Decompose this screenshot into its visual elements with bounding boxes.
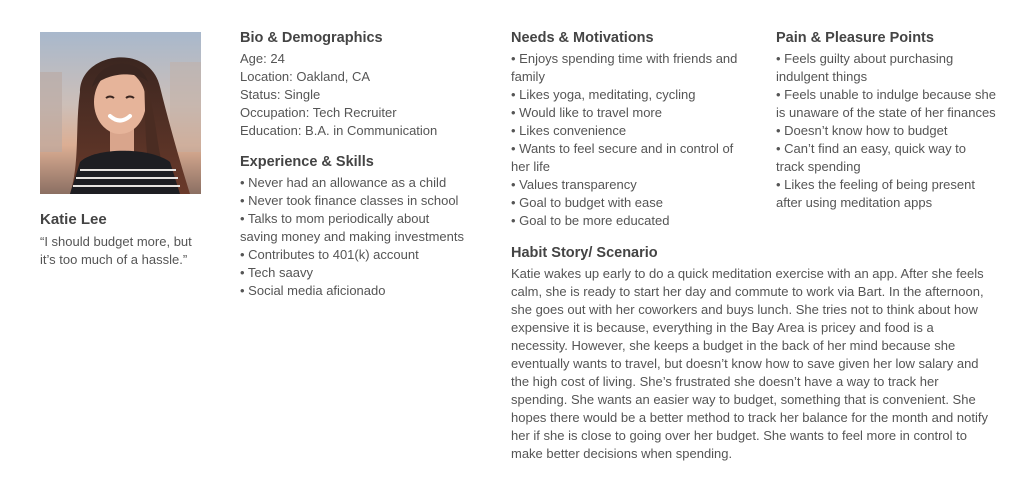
pain-list: • Feels guilty about purchasing indulgen… [776,50,996,212]
experience-item: • Talks to mom periodically about saving… [240,211,465,244]
needs-item: • Likes convenience [511,123,627,138]
bio-line: Status: Single [240,87,321,102]
persona-page: Katie Lee “I should budget more, but it’… [0,0,1024,500]
pain-heading: Pain & Pleasure Points [776,30,934,46]
portrait-illustration [40,32,201,194]
bio-line: Age: 24 [240,51,285,66]
experience-item: • Never had an allowance as a child [240,175,447,190]
persona-quote: “I should budget more, but it’s too much… [40,234,192,267]
bio-list: Age: 24 Location: Oakland, CA Status: Si… [240,50,500,140]
needs-item: • Values transparency [511,177,637,192]
needs-item: • Would like to travel more [511,105,662,120]
experience-list: • Never had an allowance as a child • Ne… [240,174,470,300]
experience-item: • Contributes to 401(k) account [240,247,419,262]
story-text: Katie wakes up early to do a quick medit… [511,266,988,461]
bio-heading: Bio & Demographics [240,30,383,46]
experience-item: • Tech saavy [240,265,313,280]
experience-item: • Social media aficionado [240,283,386,298]
needs-section: Needs & Motivations • Enjoys spending ti… [511,28,741,230]
persona-photo [40,32,201,194]
needs-item: • Wants to feel secure and in control of… [511,141,734,174]
pain-item: • Likes the feeling of being present aft… [776,177,975,210]
bio-line: Location: Oakland, CA [240,69,371,84]
experience-section: Experience & Skills • Never had an allow… [240,152,470,300]
needs-item: • Goal to be more educated [511,213,670,228]
experience-item: • Never took finance classes in school [240,193,459,208]
bio-line: Education: B.A. in Communication [240,123,438,138]
pain-item: • Doesn’t know how to budget [776,123,948,138]
persona-name: Katie Lee [40,211,107,228]
needs-item: • Likes yoga, meditating, cycling [511,87,696,102]
pain-section: Pain & Pleasure Points • Feels guilty ab… [776,28,996,212]
needs-item: • Enjoys spending time with friends and … [511,51,738,84]
story-heading: Habit Story/ Scenario [511,245,658,261]
story-section: Habit Story/ Scenario Katie wakes up ear… [511,243,991,463]
pain-item: • Can’t find an easy, quick way to track… [776,141,967,174]
bio-section: Bio & Demographics Age: 24 Location: Oak… [240,28,500,140]
pain-item: • Feels guilty about purchasing indulgen… [776,51,954,84]
pain-item: • Feels unable to indulge because she is… [776,87,996,120]
needs-item: • Goal to budget with ease [511,195,663,210]
bio-line: Occupation: Tech Recruiter [240,105,397,120]
needs-list: • Enjoys spending time with friends and … [511,50,741,230]
experience-heading: Experience & Skills [240,154,374,170]
needs-heading: Needs & Motivations [511,30,654,46]
